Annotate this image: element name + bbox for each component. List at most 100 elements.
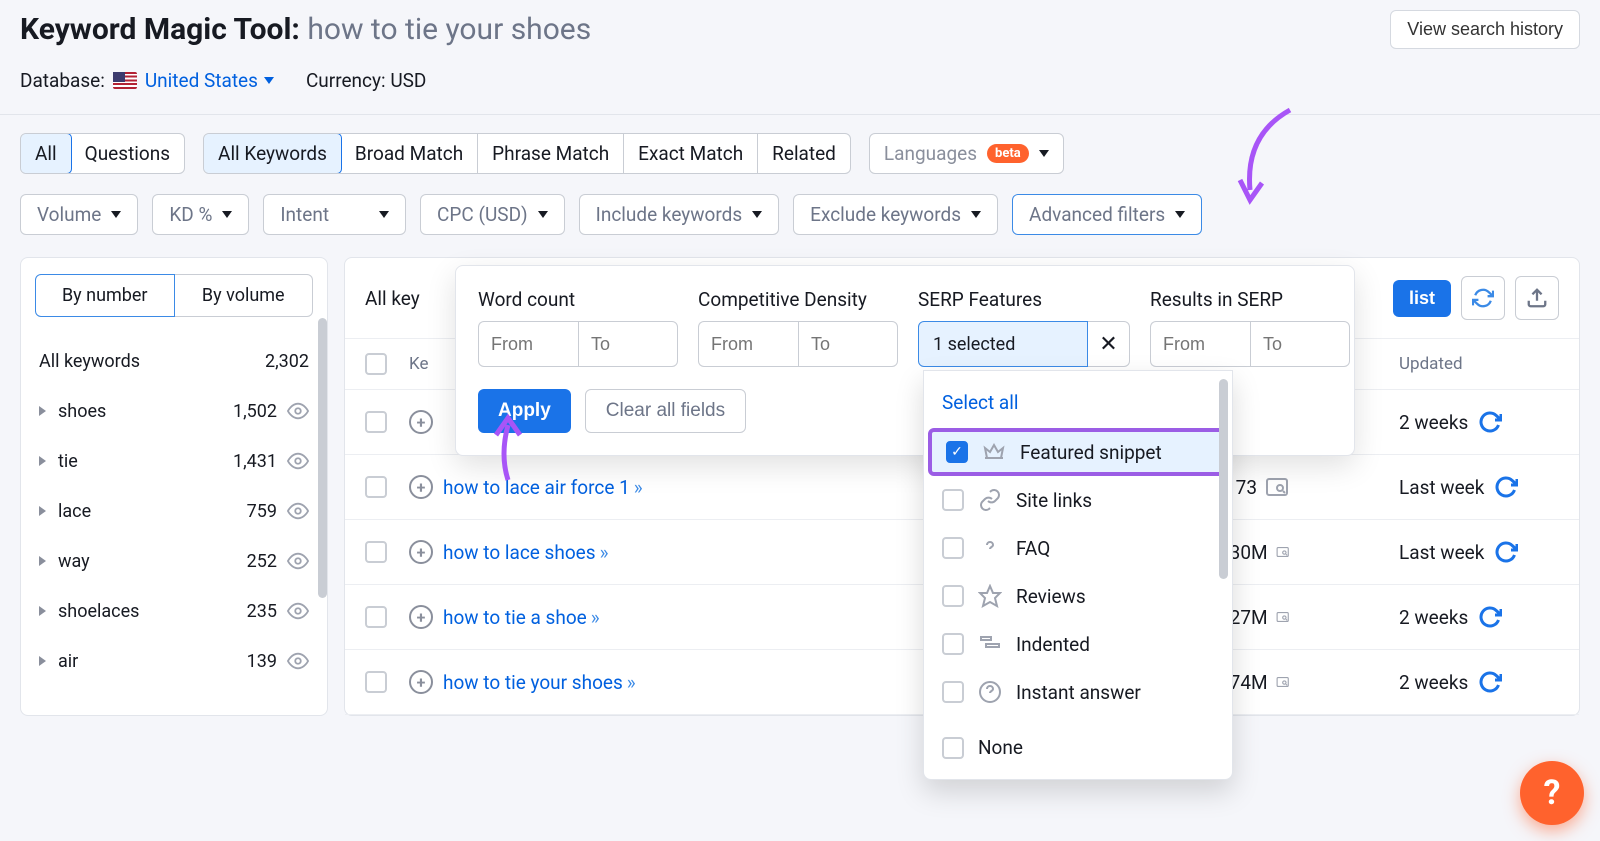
languages-dropdown[interactable]: Languages beta [869,133,1064,174]
question-filter-segment: All Questions [20,133,185,174]
database-label: Database: [20,69,105,92]
chevron-right-icon [39,556,46,566]
row-checkbox[interactable] [365,411,387,433]
row-checkbox[interactable] [365,541,387,563]
tab-phrase-match[interactable]: Phrase Match [478,134,624,173]
add-keyword-button[interactable]: + [409,540,433,564]
database-selector[interactable]: Database: United States [20,69,274,92]
results-from-input[interactable] [1150,321,1250,367]
eye-icon[interactable] [287,500,309,522]
refresh-button[interactable] [1461,276,1505,320]
keyword-link[interactable]: how to lace shoes» [443,541,606,564]
keyword-link[interactable]: how to lace air force 1» [443,476,641,499]
scrollbar[interactable] [318,318,327,598]
row-checkbox[interactable] [365,606,387,628]
sidebar-item[interactable]: air 139 [21,636,327,686]
word-count-to-input[interactable] [578,321,678,367]
crown-icon [982,440,1006,464]
refresh-icon[interactable] [1478,670,1502,694]
tab-questions[interactable]: Questions [71,134,184,173]
clear-all-fields-button[interactable]: Clear all fields [585,389,746,433]
scrollbar[interactable] [1219,379,1228,579]
serp-features-select[interactable]: 1 selected [918,321,1088,367]
serp-icon[interactable] [1276,540,1289,564]
serp-option-faq[interactable]: FAQ [924,524,1232,572]
cpc-filter[interactable]: CPC (USD) [420,194,565,235]
tab-all[interactable]: All [20,133,72,174]
results-to-input[interactable] [1250,321,1350,367]
sidebar-all-keywords[interactable]: All keywords 2,302 [21,337,327,386]
add-keyword-button[interactable]: + [409,410,433,434]
sidebar-item[interactable]: way 252 [21,536,327,586]
serp-icon[interactable] [1265,475,1289,499]
include-keywords-filter[interactable]: Include keywords [579,194,780,235]
chevron-down-icon [752,211,762,218]
eye-icon[interactable] [287,600,309,622]
add-keyword-button[interactable]: + [409,475,433,499]
tab-exact-match[interactable]: Exact Match [624,134,758,173]
eye-icon[interactable] [287,400,309,422]
refresh-icon[interactable] [1494,540,1518,564]
clear-serp-features-button[interactable]: ✕ [1088,321,1130,367]
checkbox-icon [942,737,964,759]
match-type-segment: All Keywords Broad Match Phrase Match Ex… [203,133,851,174]
chevron-right-icon [39,506,46,516]
column-updated: Updated [1399,354,1559,374]
link-icon [978,488,1002,512]
select-all-option[interactable]: Select all [924,379,1232,428]
serp-option-reviews[interactable]: Reviews [924,572,1232,620]
serp-option-none[interactable]: None [924,716,1232,771]
sidebar-item[interactable]: lace 759 [21,486,327,536]
advanced-filters-button[interactable]: Advanced filters [1012,194,1202,235]
database-value: United States [145,69,258,92]
help-button[interactable]: ? [1520,761,1584,825]
eye-icon[interactable] [287,450,309,472]
select-all-checkbox[interactable] [365,353,387,375]
serp-icon[interactable] [1276,605,1289,629]
view-history-button[interactable]: View search history [1390,10,1580,49]
eye-icon[interactable] [287,550,309,572]
sidebar-item[interactable]: shoes 1,502 [21,386,327,436]
serp-features-dropdown: Select all ✓ Featured snippet Site links… [923,370,1233,780]
sidebar-tab-by-volume[interactable]: By volume [175,274,314,317]
row-checkbox[interactable] [365,476,387,498]
add-keyword-button[interactable]: + [409,605,433,629]
chevron-down-icon [264,77,274,84]
exclude-keywords-filter[interactable]: Exclude keywords [793,194,998,235]
keyword-link[interactable]: how to tie your shoes» [443,671,634,694]
word-count-label: Word count [478,288,678,311]
serp-option-site-links[interactable]: Site links [924,476,1232,524]
comp-density-to-input[interactable] [798,321,898,367]
word-count-from-input[interactable] [478,321,578,367]
annotation-arrow-icon [1230,105,1310,210]
serp-icon[interactable] [1276,670,1289,694]
row-checkbox[interactable] [365,671,387,693]
competitive-density-label: Competitive Density [698,288,898,311]
serp-option-featured-snippet[interactable]: ✓ Featured snippet [928,428,1228,476]
checkbox-icon [942,681,964,703]
eye-icon[interactable] [287,650,309,672]
add-keyword-button[interactable]: + [409,670,433,694]
export-button[interactable] [1515,276,1559,320]
kd-filter[interactable]: KD % [152,194,249,235]
tab-broad-match[interactable]: Broad Match [341,134,478,173]
chevron-down-icon [538,211,548,218]
refresh-icon[interactable] [1478,605,1502,629]
intent-filter[interactable]: Intent [263,194,406,235]
sidebar-item[interactable]: shoelaces 235 [21,586,327,636]
volume-filter[interactable]: Volume [20,194,138,235]
chevron-right-icon [39,406,46,416]
tab-related[interactable]: Related [758,134,850,173]
add-to-list-button[interactable]: list [1393,280,1451,317]
keyword-link[interactable]: how to tie a shoe» [443,606,598,629]
indent-icon [978,632,1002,656]
refresh-icon[interactable] [1478,410,1502,434]
checkbox-icon [942,537,964,559]
refresh-icon[interactable] [1494,475,1518,499]
sidebar-tab-by-number[interactable]: By number [35,274,175,317]
sidebar-item[interactable]: tie 1,431 [21,436,327,486]
comp-density-from-input[interactable] [698,321,798,367]
tab-all-keywords[interactable]: All Keywords [203,133,342,174]
serp-option-indented[interactable]: Indented [924,620,1232,668]
serp-option-instant-answer[interactable]: Instant answer [924,668,1232,716]
